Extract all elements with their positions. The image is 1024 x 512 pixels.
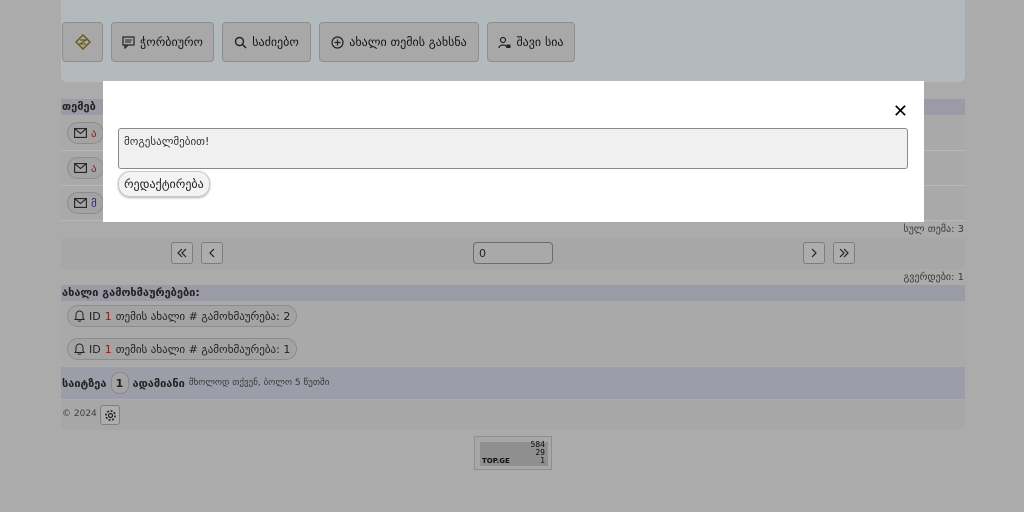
message-modal: ✕ მოგესალმებით! რედაქტირება xyxy=(103,81,924,222)
close-icon[interactable]: ✕ xyxy=(893,103,908,121)
edit-button[interactable]: რედაქტირება xyxy=(118,171,210,197)
message-textarea[interactable]: მოგესალმებით! xyxy=(118,128,908,169)
modal-overlay: ✕ მოგესალმებით! რედაქტირება xyxy=(0,0,1024,512)
